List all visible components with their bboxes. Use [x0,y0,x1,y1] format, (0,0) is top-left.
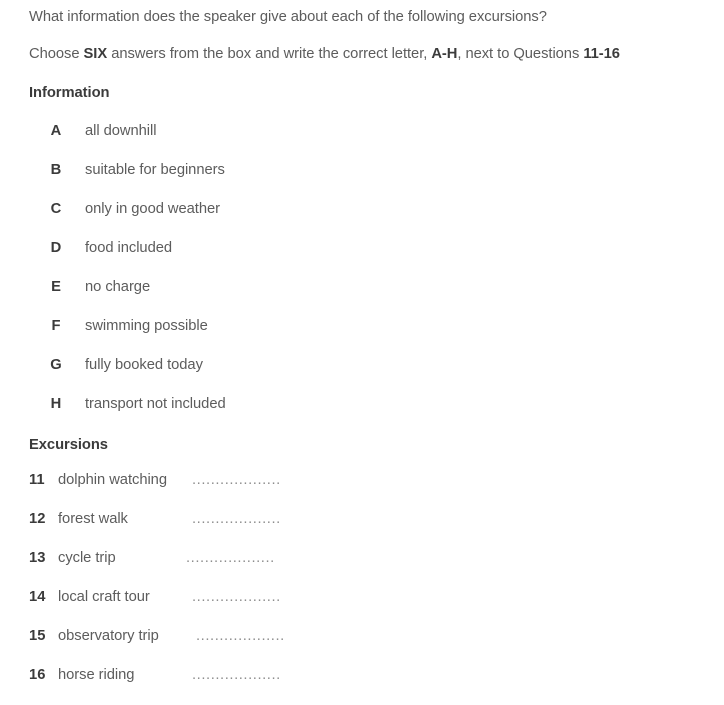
answer-blank-15[interactable]: ................... [196,627,285,645]
answer-blank-11[interactable]: ................... [192,471,281,489]
question-label-16: horse riding [58,666,135,683]
question-row-15: 15 observatory trip ................... [0,627,400,666]
option-text-e: no charge [85,278,151,295]
option-letter-g: G [50,356,62,373]
option-letter-d: D [50,239,62,256]
question-number-12: 12 [29,510,46,527]
question-number-14: 14 [29,588,46,605]
option-letter-e: E [51,278,61,295]
question-row-13: 13 cycle trip ................... [0,549,400,588]
option-text-a: all downhill [85,122,157,139]
question-label-14: local craft tour [58,588,150,605]
instruction-directions-line: Choose SIX answers from the box and writ… [29,45,620,63]
question-row-11: 11 dolphin watching ................... [0,471,400,510]
option-row-f: F swimming possible [0,317,400,356]
option-row-a: A all downhill [0,122,400,161]
option-row-g: G fully booked today [0,356,400,395]
option-text-h: transport not included [85,395,226,412]
instruction-question-line: What information does the speaker give a… [29,8,547,25]
option-letter-h: H [50,395,62,412]
question-number-15: 15 [29,627,46,644]
answer-blank-12[interactable]: ................... [192,510,281,528]
option-text-b: suitable for beginners [85,161,225,178]
question-label-11: dolphin watching [58,471,167,488]
options-box: A all downhill B suitable for beginners … [0,122,400,434]
answer-blank-16[interactable]: ................... [192,666,281,684]
question-label-15: observatory trip [58,627,159,644]
answer-blank-14[interactable]: ................... [192,588,281,606]
question-row-14: 14 local craft tour ................... [0,588,400,627]
question-number-11: 11 [29,471,45,488]
option-text-c: only in good weather [85,200,220,217]
question-number-16: 16 [29,666,46,683]
option-letter-a: A [50,122,62,139]
question-row-12: 12 forest walk ................... [0,510,400,549]
directions-text-2: answers from the box and write the corre… [107,45,432,62]
question-label-12: forest walk [58,510,128,527]
worksheet-page: What information does the speaker give a… [0,0,724,696]
directions-emphasis-question-range: 11-16 [583,45,620,62]
heading-excursions: Excursions [29,436,108,453]
option-row-h: H transport not included [0,395,400,434]
option-text-g: fully booked today [85,356,203,373]
question-row-16: 16 horse riding ................... [0,666,400,705]
directions-text-3: , next to Questions [457,45,584,62]
answer-blank-13[interactable]: ................... [186,549,275,567]
excursions-question-list: 11 dolphin watching ................... … [0,471,400,705]
option-letter-f: F [51,317,61,334]
option-row-b: B suitable for beginners [0,161,400,200]
option-row-e: E no charge [0,278,400,317]
option-letter-b: B [50,161,62,178]
heading-information: Information [29,84,110,101]
option-letter-c: C [50,200,62,217]
option-text-f: swimming possible [85,317,208,334]
option-row-d: D food included [0,239,400,278]
option-text-d: food included [85,239,173,256]
directions-emphasis-letter-range: A-H [431,45,458,62]
directions-emphasis-six: SIX [83,45,108,62]
question-label-13: cycle trip [58,549,116,566]
directions-text-1: Choose [29,45,84,62]
question-number-13: 13 [29,549,46,566]
option-row-c: C only in good weather [0,200,400,239]
